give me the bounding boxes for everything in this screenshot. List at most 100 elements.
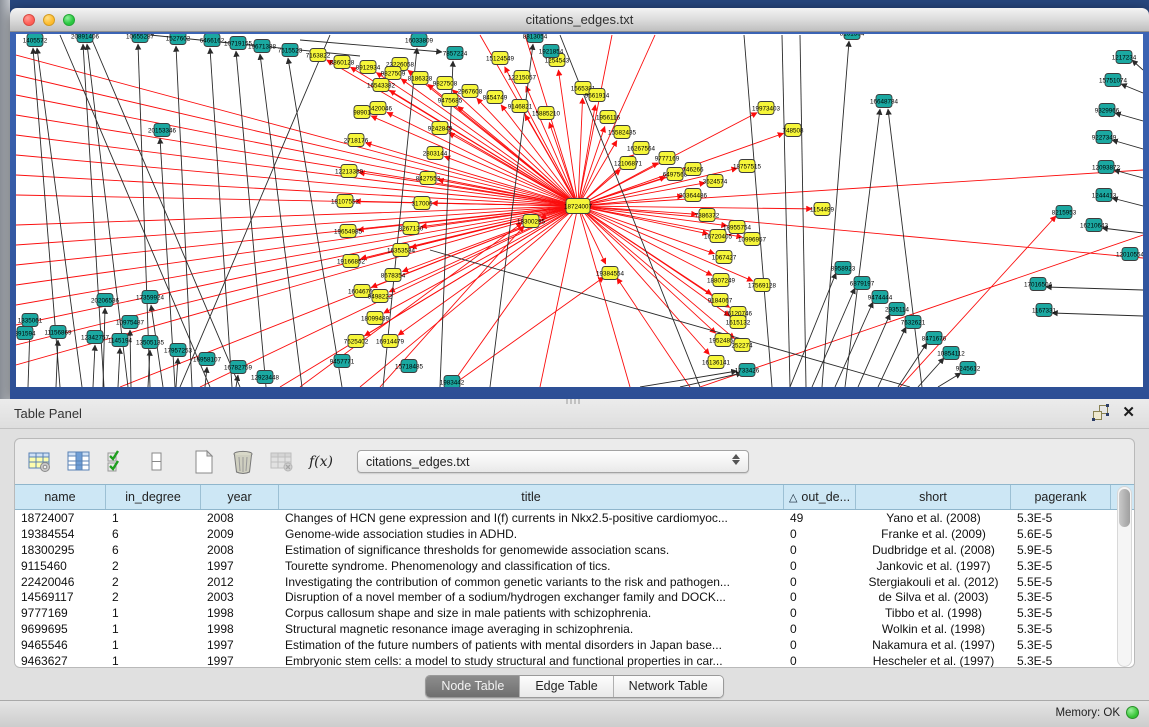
- select-columns-icon[interactable]: [105, 449, 131, 475]
- network-node[interactable]: 19973403: [752, 102, 781, 115]
- network-node[interactable]: 13505135: [136, 336, 165, 349]
- table-row[interactable]: 1830029562008Estimation of significance …: [15, 542, 1135, 558]
- tab-network-table[interactable]: Network Table: [614, 676, 723, 697]
- network-node[interactable]: 15582435: [608, 126, 637, 139]
- table-row[interactable]: 946554611997Estimation of the future num…: [15, 637, 1135, 653]
- table-settings-icon[interactable]: [27, 449, 53, 475]
- network-node[interactable]: 7632621: [901, 316, 926, 329]
- network-node[interactable]: 17016504: [1024, 278, 1053, 291]
- network-node[interactable]: 2967608: [458, 85, 483, 98]
- network-node[interactable]: 10975487: [116, 316, 145, 329]
- scrollbar-thumb[interactable]: [1119, 489, 1130, 527]
- column-header-title[interactable]: title: [279, 485, 784, 509]
- function-builder-icon[interactable]: f(x): [308, 449, 334, 475]
- network-node[interactable]: 1167331: [1032, 304, 1057, 317]
- network-node[interactable]: 746266: [682, 163, 704, 176]
- table-row[interactable]: 946362711997Embryonic stem cells: a mode…: [15, 653, 1135, 668]
- network-node[interactable]: 20206536: [91, 294, 120, 307]
- show-columns-icon[interactable]: [66, 449, 92, 475]
- network-node[interactable]: 18099489: [361, 312, 390, 325]
- network-node[interactable]: 9245612: [956, 362, 981, 375]
- network-node[interactable]: 16033809: [405, 34, 434, 47]
- network-node[interactable]: 1983442: [440, 376, 465, 388]
- table-row[interactable]: 1938455462009Genome-wide association stu…: [15, 526, 1135, 542]
- network-node[interactable]: 2803144: [423, 147, 448, 160]
- network-node[interactable]: 6879197: [850, 277, 875, 290]
- network-node[interactable]: 9227349: [1092, 131, 1117, 144]
- column-header-year[interactable]: year: [201, 485, 279, 509]
- network-node[interactable]: 1733426: [735, 364, 760, 377]
- network-node[interactable]: 9777169: [655, 152, 680, 165]
- network-node[interactable]: 9827508: [433, 77, 458, 90]
- delete-column-icon[interactable]: [230, 449, 256, 475]
- table-scrollbar[interactable]: [1117, 486, 1132, 667]
- network-node[interactable]: 9146821: [508, 100, 533, 113]
- table-row[interactable]: 1872400712008Changes of HCN gene express…: [15, 510, 1135, 526]
- network-canvas[interactable]: 7163822886012889129342322605898275091654…: [16, 34, 1143, 387]
- network-node[interactable]: 20891406: [71, 34, 100, 43]
- network-node[interactable]: 252274: [731, 339, 753, 352]
- network-node[interactable]: 1335061: [18, 314, 43, 327]
- table-row[interactable]: 2242004622012Investigating the contribut…: [15, 574, 1135, 590]
- network-node[interactable]: 16210643: [1080, 219, 1109, 232]
- network-node[interactable]: 17359924: [136, 291, 165, 304]
- network-node[interactable]: 17957253: [164, 344, 193, 357]
- network-node[interactable]: 9329966: [1095, 104, 1120, 117]
- network-node[interactable]: 8678354: [381, 269, 406, 282]
- network-node[interactable]: 391594: [16, 327, 36, 340]
- window-titlebar[interactable]: citations_edges.txt: [10, 8, 1149, 32]
- column-header-in_degree[interactable]: in_degree: [106, 485, 201, 509]
- network-node[interactable]: 18724007: [564, 199, 593, 214]
- column-header-short[interactable]: short: [856, 485, 1011, 509]
- network-node[interactable]: 12342757: [81, 331, 110, 344]
- column-header-out_degree[interactable]: △out_de...: [784, 485, 856, 509]
- network-node[interactable]: 1527602: [166, 34, 191, 45]
- tab-node-table[interactable]: Node Table: [426, 676, 520, 697]
- network-node[interactable]: 1244413: [1092, 189, 1117, 202]
- network-node[interactable]: 1154499: [810, 203, 835, 216]
- network-node[interactable]: 748508: [782, 124, 804, 137]
- network-node[interactable]: 16782759: [224, 361, 253, 374]
- float-window-icon[interactable]: [1093, 405, 1108, 420]
- network-node[interactable]: 2935114: [885, 303, 910, 316]
- network-node[interactable]: 10996957: [738, 233, 767, 246]
- network-node[interactable]: 8471676: [922, 332, 947, 345]
- network-node[interactable]: 8912934: [356, 61, 381, 74]
- table-row[interactable]: 1456911722003Disruption of a novel membe…: [15, 589, 1135, 605]
- delete-table-disabled-icon[interactable]: [269, 449, 295, 475]
- network-node[interactable]: 7857224: [443, 47, 468, 60]
- network-node[interactable]: 1405572: [23, 34, 48, 47]
- network-node[interactable]: 12010554: [1116, 248, 1143, 261]
- table-row[interactable]: 969969511998Structural magnetic resonanc…: [15, 621, 1135, 637]
- column-header-pagerank[interactable]: pagerank: [1011, 485, 1111, 509]
- network-node[interactable]: 12106871: [614, 157, 643, 170]
- network-node[interactable]: 16720405: [704, 230, 733, 243]
- network-node[interactable]: 1615132: [726, 316, 751, 329]
- table-selector-dropdown[interactable]: citations_edges.txt: [357, 450, 749, 473]
- network-node[interactable]: 16958107: [193, 353, 222, 366]
- table-row[interactable]: 911546021997Tourette syndrome. Phenomeno…: [15, 558, 1135, 574]
- network-node[interactable]: 15718485: [395, 360, 424, 373]
- network-node[interactable]: 15885210: [532, 107, 561, 120]
- network-node[interactable]: 9474444: [868, 291, 893, 304]
- new-table-icon[interactable]: [191, 449, 217, 475]
- network-node[interactable]: 10854112: [937, 347, 965, 360]
- network-node[interactable]: 1956116: [596, 111, 621, 124]
- network-node[interactable]: 16543382: [367, 79, 396, 92]
- network-node[interactable]: 16267564: [627, 142, 656, 155]
- network-node[interactable]: 16648784: [870, 95, 899, 108]
- memory-status-icon[interactable]: [1126, 706, 1139, 719]
- network-node[interactable]: 16914479: [376, 335, 405, 348]
- network-node[interactable]: 7515523: [278, 44, 303, 57]
- network-node[interactable]: 2718176: [344, 134, 369, 147]
- close-panel-icon[interactable]: ✕: [1122, 405, 1135, 420]
- network-node[interactable]: 7386372: [695, 209, 720, 222]
- network-node[interactable]: 8161304: [840, 34, 865, 40]
- network-node[interactable]: 16136141: [702, 356, 731, 369]
- network-node[interactable]: 18757515: [733, 160, 762, 173]
- network-node[interactable]: 9242848: [428, 122, 453, 135]
- tab-edge-table[interactable]: Edge Table: [520, 676, 613, 697]
- rows-icon[interactable]: [144, 449, 170, 475]
- network-node[interactable]: 8454749: [483, 91, 508, 104]
- network-node[interactable]: 7163822: [306, 49, 331, 62]
